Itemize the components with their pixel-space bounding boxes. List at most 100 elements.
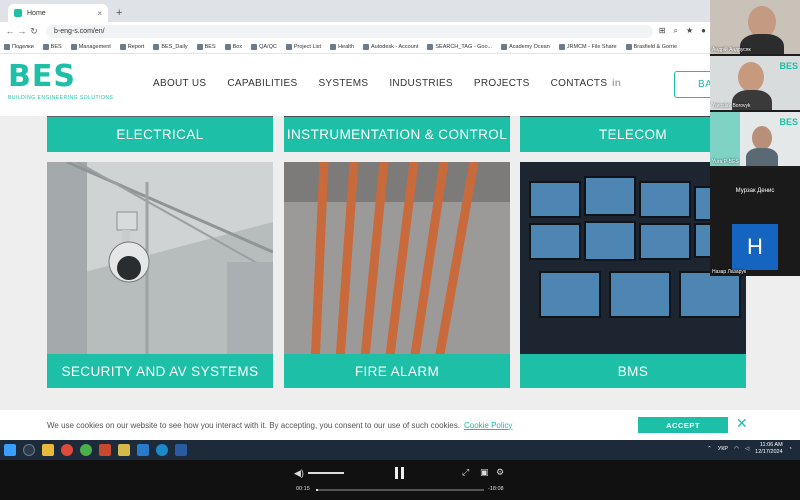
bookmark-label: BES — [204, 43, 216, 50]
address-bar: ← → ↻ b-eng-s.com/en/ ⊞ ⌕ ★ ● — [0, 22, 710, 40]
chrome-profile-icon[interactable] — [80, 444, 92, 456]
bookmark-label: Management — [78, 43, 111, 50]
nav-item-projects[interactable]: PROJECTS — [474, 78, 530, 89]
tab-title: Home — [27, 9, 46, 17]
os-taskbar: ⌃ УКР ◠ ◁ 11:06 AM 12/17/2024 ◔ — [0, 440, 800, 460]
new-tab-button[interactable]: + — [116, 7, 122, 19]
bookmark-item[interactable]: Health — [330, 43, 354, 50]
cookie-close-icon[interactable]: ✕ — [736, 415, 748, 432]
windows-start-icon[interactable] — [4, 444, 16, 456]
bookmark-star-icon[interactable]: ★ — [686, 26, 693, 36]
participant-name: Андрій Андрусяк — [712, 47, 751, 53]
address-icons: ⊞ ⌕ ★ ● — [659, 26, 706, 36]
monitor-screen — [639, 223, 691, 260]
bookmark-label: Brasfield & Gorrie — [633, 43, 677, 50]
participant-tile-2[interactable]: BES Yaroslav Borovyk — [710, 56, 800, 110]
reload-button[interactable]: ↻ — [28, 26, 40, 37]
pause-bar-icon — [401, 467, 404, 479]
logo-subtitle: BUILDING ENGINEERING SOLUTIONS — [8, 95, 114, 101]
bookmark-item[interactable]: Management — [70, 43, 111, 50]
bookmark-item[interactable]: BES — [196, 43, 216, 50]
wifi-icon[interactable]: ◠ — [734, 446, 739, 452]
bookmark-item[interactable]: BES_Daily — [153, 43, 188, 50]
participant-tile-4[interactable]: Мурзак Денис — [710, 168, 800, 222]
card-instrumentation[interactable]: INSTRUMENTATION & CONTROL — [284, 116, 510, 152]
card-electrical[interactable]: ELECTRICAL — [47, 116, 273, 152]
teams-icon[interactable] — [137, 444, 149, 456]
card-security-av[interactable]: SECURITY AND AV SYSTEMS — [47, 162, 273, 388]
bookmark-item[interactable]: Brasfield & Gorrie — [625, 43, 677, 50]
seek-fill — [316, 489, 319, 491]
linkedin-icon[interactable]: in — [612, 78, 621, 89]
nav-item-systems[interactable]: SYSTEMS — [318, 78, 368, 89]
bookmark-icon — [42, 43, 49, 50]
card-fire-alarm[interactable]: FIRE ALARM — [284, 162, 510, 388]
settings-gear-icon[interactable]: ⚙ — [496, 467, 504, 478]
cookie-policy-link[interactable]: Cookie Policy — [464, 421, 512, 430]
participant-face — [738, 62, 764, 92]
search-icon[interactable] — [23, 444, 35, 456]
monitor-screen — [584, 221, 636, 261]
cookie-accept-label: ACCEPT — [666, 420, 700, 430]
bookmark-item[interactable]: Report — [119, 43, 145, 50]
tab-close-icon[interactable]: × — [97, 9, 102, 18]
video-call-panel: Андрій Андрусяк BES Yaroslav Borovyk BES… — [710, 0, 800, 276]
site-favicon-icon — [14, 9, 22, 17]
app-icon[interactable] — [99, 444, 111, 456]
logo-mark: BES — [8, 59, 76, 94]
participant-tile-3[interactable]: BES Yura P-BES — [710, 112, 800, 166]
edge-icon[interactable] — [156, 444, 168, 456]
zoom-icon[interactable]: ⌕ — [674, 26, 678, 36]
forward-button[interactable]: → — [16, 26, 28, 36]
bookmark-label: Box — [232, 43, 243, 50]
bookmark-item[interactable]: Box — [224, 43, 243, 50]
participant-face — [752, 126, 772, 150]
tray-expand-icon[interactable]: ⌃ — [707, 446, 712, 452]
back-button[interactable]: ← — [4, 26, 16, 36]
bookmark-item[interactable]: BES — [42, 43, 62, 50]
bookmark-label: Report — [127, 43, 145, 50]
bookmark-item[interactable]: JRMCM - File Share — [558, 43, 617, 50]
nav-item-industries[interactable]: INDUSTRIES — [389, 78, 453, 89]
language-indicator[interactable]: УКР — [718, 446, 728, 452]
meet-icon[interactable] — [175, 444, 187, 456]
bookmark-label: Academy Ocean — [509, 43, 550, 50]
site-logo[interactable]: BES BUILDING ENGINEERING SOLUTIONS — [8, 59, 114, 102]
translate-icon[interactable]: ⊞ — [659, 26, 666, 36]
chrome-icon[interactable] — [61, 444, 73, 456]
browser-tab-home[interactable]: Home × — [8, 4, 108, 22]
notifications-icon[interactable]: ◔ — [789, 446, 792, 452]
seek-bar[interactable] — [316, 489, 484, 491]
bookmark-label: Health — [338, 43, 354, 50]
bookmark-item[interactable]: SEARCH_TAG - Goo... — [427, 43, 492, 50]
pip-icon[interactable]: ▣ — [480, 467, 489, 478]
card-label: SECURITY AND AV SYSTEMS — [47, 354, 273, 388]
participant-avatar: H — [732, 224, 778, 270]
card-label: ELECTRICAL — [47, 117, 273, 152]
nav-item-capabilities[interactable]: CAPABILITIES — [227, 78, 297, 89]
system-tray: ⌃ УКР ◠ ◁ 11:06 AM 12/17/2024 ◔ — [707, 442, 792, 456]
participant-name: Мурзак Денис — [735, 188, 775, 194]
file-explorer-icon[interactable] — [42, 444, 54, 456]
bookmark-item[interactable]: QA/QC — [251, 43, 277, 50]
bookmark-item[interactable]: Project List — [285, 43, 321, 50]
participant-tile-5[interactable]: H Назар Лазарук — [710, 222, 800, 276]
bookmark-item[interactable]: Academy Ocean — [501, 43, 550, 50]
volume-slider[interactable] — [308, 472, 344, 474]
nav-item-contacts[interactable]: CONTACTS — [551, 78, 608, 89]
bookmark-item[interactable]: Поделки — [4, 43, 34, 50]
profile-icon[interactable]: ● — [701, 26, 706, 36]
fullscreen-icon[interactable]: ⤢ — [462, 467, 469, 478]
volume-icon[interactable]: ◀) — [294, 468, 304, 479]
url-field[interactable]: b-eng-s.com/en/ — [46, 24, 653, 38]
volume-icon[interactable]: ◁ — [745, 446, 749, 452]
nav-item-about-us[interactable]: ABOUT US — [153, 78, 206, 89]
clock-time: 11:06 AM — [759, 442, 783, 448]
bookmark-item[interactable]: Autodesk - Account — [362, 43, 418, 50]
participant-tile-1[interactable]: Андрій Андрусяк — [710, 0, 800, 54]
bookmark-icon — [153, 43, 160, 50]
app-icon[interactable] — [118, 444, 130, 456]
taskbar-clock[interactable]: 11:06 AM 12/17/2024 — [755, 442, 783, 456]
cookie-accept-button[interactable]: ACCEPT — [638, 417, 728, 433]
pause-button[interactable] — [395, 467, 405, 479]
